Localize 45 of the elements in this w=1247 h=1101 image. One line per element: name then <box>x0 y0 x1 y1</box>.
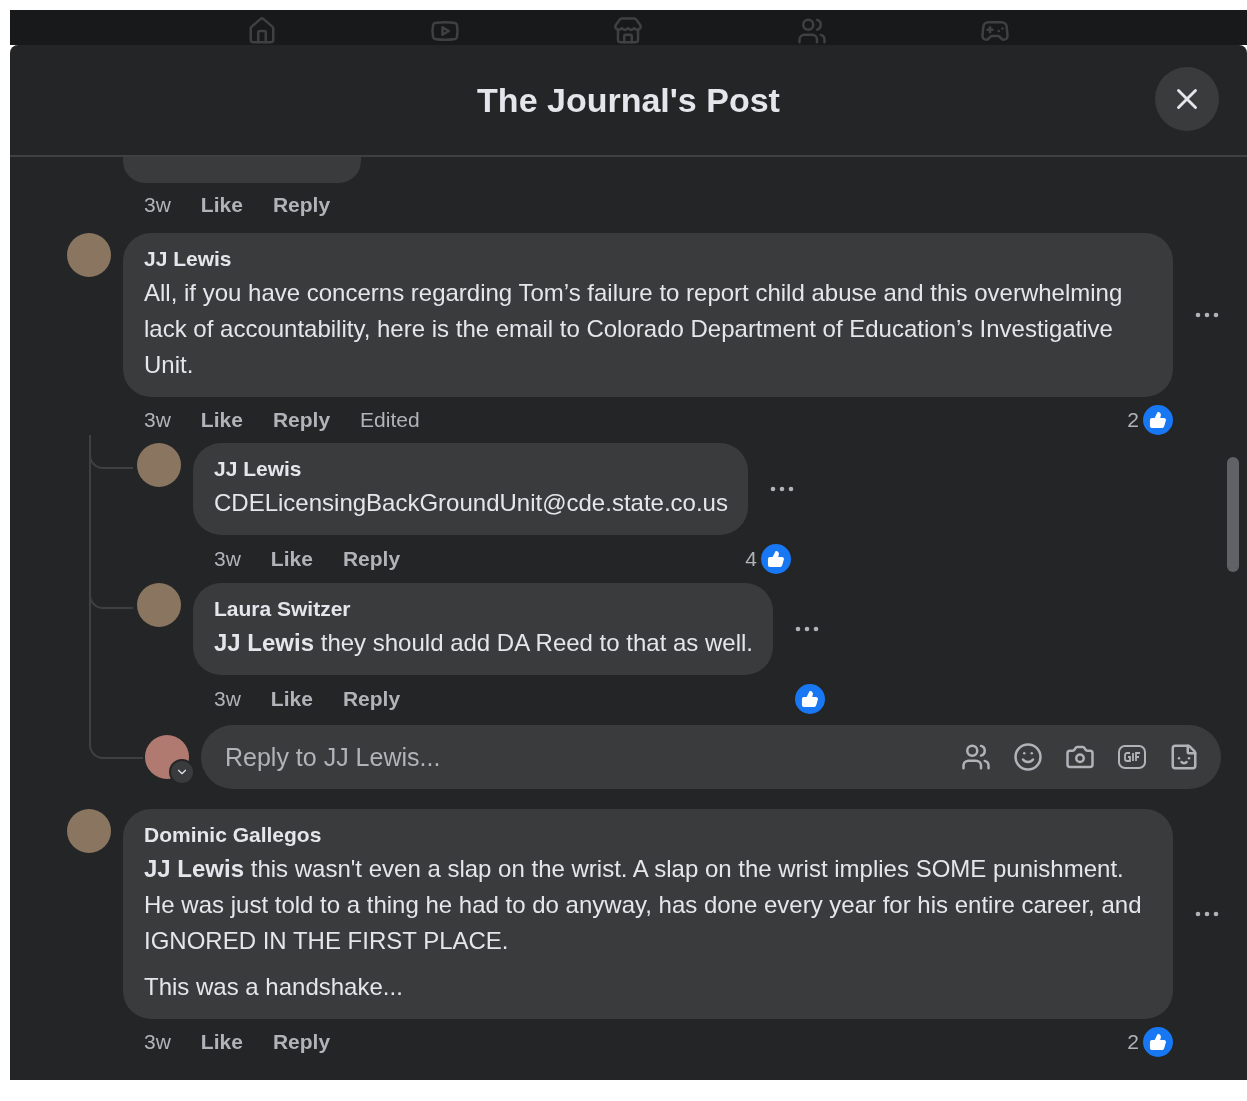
comment-text: JJ Lewis this wasn't even a slap on the wrist. A slap on the wrist implies SOME punishment. He was just told to a thing he had to do anyway, has done every year for his entire career, and IGNORED IN THE FIRST PLACE. <box>144 854 1143 956</box>
avatar-sticker-icon[interactable] <box>961 742 991 772</box>
sticker-icon[interactable] <box>1169 742 1199 772</box>
comment-action-link[interactable]: Like <box>200 193 243 217</box>
more-options-icon <box>795 626 819 632</box>
avatar-placeholder <box>67 233 111 277</box>
comment-author[interactable]: Dominic Gallegos <box>144 823 1153 847</box>
reply-input-field[interactable]: Reply to JJ Lewis... <box>223 741 939 773</box>
comment-time: 3w <box>214 687 241 711</box>
more-options-icon <box>1195 911 1219 917</box>
comment-text: JJ Lewis they should add DA Reed to that as well. <box>214 628 753 658</box>
comment-author[interactable]: JJ Lewis <box>144 247 1153 271</box>
avatar-placeholder <box>137 443 181 487</box>
comment-time: 3w <box>214 547 241 571</box>
scrollbar-thumb[interactable] <box>1227 457 1239 572</box>
comment-action-link[interactable]: Like <box>200 1030 243 1054</box>
comment-action-link[interactable]: Like <box>270 547 313 571</box>
avatar-placeholder <box>137 583 181 627</box>
comment-author[interactable]: Laura Switzer <box>214 597 753 621</box>
edited-label: Edited <box>360 408 420 432</box>
reaction-count: 4 <box>745 547 757 571</box>
comment-action-link[interactable]: Reply <box>272 1030 331 1054</box>
comment-action-link[interactable]: Like <box>270 687 313 711</box>
emoji-icon[interactable] <box>1013 742 1043 772</box>
comment-time: 3w <box>144 193 171 217</box>
comment-action-link[interactable]: Reply <box>342 547 401 571</box>
gif-icon[interactable] <box>1117 742 1147 772</box>
comment-author[interactable]: JJ Lewis <box>214 457 728 481</box>
comment-time: 3w <box>144 408 171 432</box>
comment-time: 3w <box>144 1030 171 1054</box>
reaction-count: 2 <box>1127 408 1139 432</box>
dialog-title: The Journal's Post <box>477 80 780 120</box>
reply-field[interactable]: Reply to JJ Lewis... <box>201 725 1221 789</box>
comment-action-link[interactable]: Reply <box>272 408 331 432</box>
thread-connector-line <box>89 435 133 469</box>
more-options-icon <box>769 486 794 492</box>
comment-text: CDELicensingBackGroundUnit@cde.state.co.us <box>214 488 728 518</box>
comment-text: This was a handshake... <box>144 972 404 1002</box>
more-options-icon <box>1195 312 1219 318</box>
comment-action-link[interactable]: Reply <box>272 193 331 217</box>
comment-action-link[interactable]: Like <box>200 408 243 432</box>
comment-text: All, if you have concerns regarding Tom’s failure to report child abuse and this overwhelming lack of accountability, here is the email to Colorado Department of Education’s Investigative Unit. <box>144 278 1124 380</box>
avatar-placeholder <box>67 809 111 853</box>
comment-action-link[interactable]: Reply <box>342 687 401 711</box>
reaction-count: 2 <box>1127 1030 1139 1054</box>
